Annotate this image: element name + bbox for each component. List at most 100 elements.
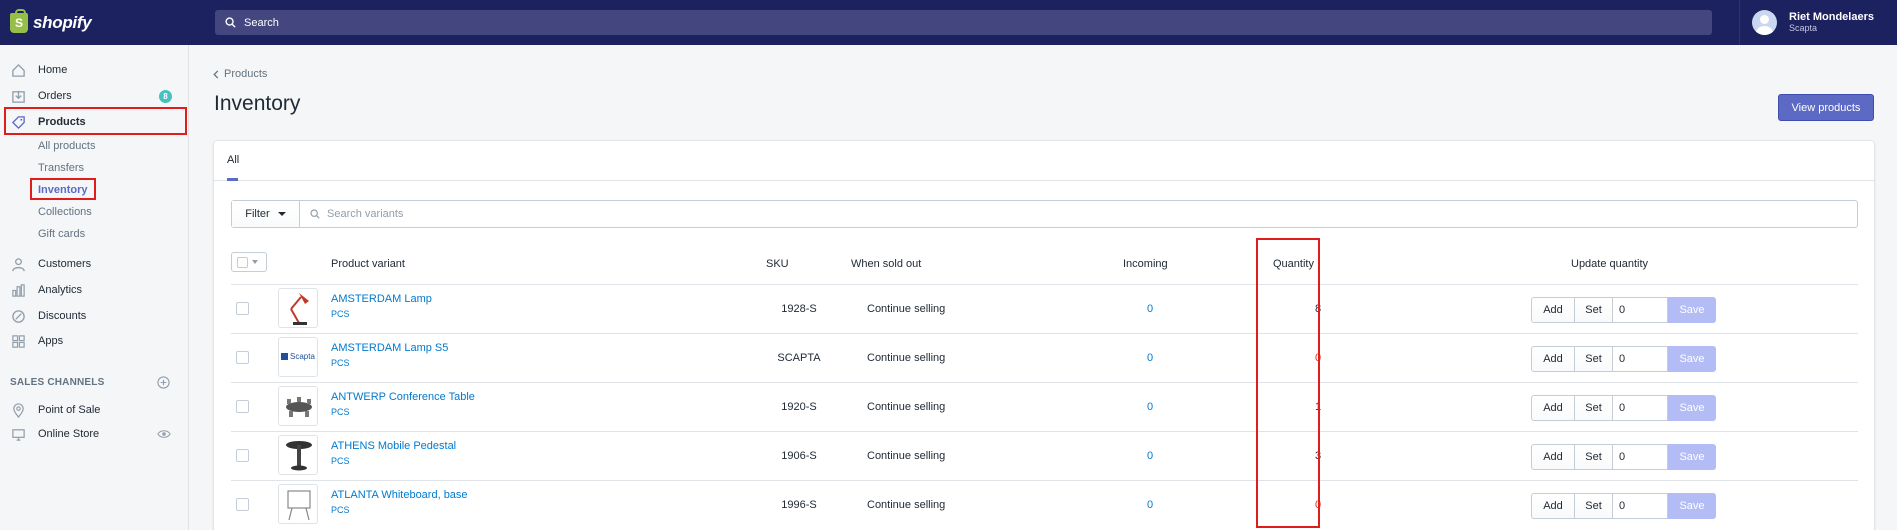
sku-value: 1920-S	[781, 401, 817, 413]
orders-count-badge: 8	[159, 90, 172, 103]
add-channel-icon[interactable]	[157, 376, 170, 389]
product-variant-link[interactable]: AMSTERDAM Lamp S5	[331, 342, 448, 354]
header-product-variant: Product variant	[331, 258, 405, 270]
set-button[interactable]: Set	[1575, 444, 1613, 470]
search-placeholder: Search	[244, 16, 279, 29]
incoming-link[interactable]: 0	[1145, 303, 1155, 315]
conference-table-image	[286, 397, 312, 417]
product-thumbnail[interactable]	[278, 288, 318, 328]
active-tab-indicator	[227, 178, 238, 181]
save-button[interactable]: Save	[1668, 346, 1716, 372]
save-button[interactable]: Save	[1668, 493, 1716, 519]
variant-unit[interactable]: PCS	[331, 505, 350, 515]
avatar	[1752, 10, 1777, 35]
view-store-eye-icon[interactable]	[157, 429, 171, 439]
store-name: Scapta	[1789, 23, 1818, 33]
sidebar-item-label: Orders	[38, 90, 72, 102]
row-checkbox[interactable]	[236, 351, 249, 364]
product-variant-link[interactable]: AMSTERDAM Lamp	[331, 293, 432, 305]
analytics-icon	[10, 282, 26, 298]
location-icon	[10, 402, 26, 418]
save-button[interactable]: Save	[1668, 395, 1716, 421]
row-checkbox[interactable]	[236, 400, 249, 413]
sidebar-item-label: Point of Sale	[38, 404, 101, 416]
variant-unit[interactable]: PCS	[331, 309, 350, 319]
customers-icon	[10, 256, 26, 272]
user-menu[interactable]: Riet Mondelaers Scapta	[1739, 0, 1897, 45]
product-thumbnail[interactable]: Scapta	[278, 337, 318, 377]
product-variant-link[interactable]: ATHENS Mobile Pedestal	[331, 440, 456, 452]
table-row: Scapta AMSTERDAM Lamp S5 PCS SCAPTA Cont…	[231, 333, 1858, 382]
add-button[interactable]: Add	[1531, 346, 1575, 372]
row-checkbox[interactable]	[236, 302, 249, 315]
variant-unit[interactable]: PCS	[331, 407, 350, 417]
product-thumbnail[interactable]	[278, 484, 318, 524]
tab-all[interactable]: All	[227, 154, 239, 166]
sidebar-item-home[interactable]: Home	[0, 59, 189, 81]
quantity-column-highlight-box	[1256, 238, 1320, 528]
home-icon	[10, 62, 26, 78]
sidebar-subitem-gift-cards[interactable]: Gift cards	[38, 226, 85, 242]
bulk-select-checkbox[interactable]	[231, 252, 267, 272]
sidebar-item-point-of-sale[interactable]: Point of Sale	[0, 399, 189, 421]
variant-unit[interactable]: PCS	[331, 358, 350, 368]
product-thumbnail[interactable]	[278, 386, 318, 426]
row-checkbox[interactable]	[236, 498, 249, 511]
update-quantity-control: Add Set 0 Save	[1531, 346, 1716, 372]
filter-button[interactable]: Filter	[232, 201, 300, 227]
incoming-link[interactable]: 0	[1145, 499, 1155, 511]
incoming-link[interactable]: 0	[1145, 401, 1155, 413]
variant-unit[interactable]: PCS	[331, 456, 350, 466]
inventory-card: All Filter Search variants Product varia…	[214, 141, 1874, 530]
incoming-link[interactable]: 0	[1145, 450, 1155, 462]
product-variant-link[interactable]: ATLANTA Whiteboard, base	[331, 489, 468, 501]
incoming-link[interactable]: 0	[1145, 352, 1155, 364]
checkbox-box	[237, 256, 248, 268]
user-name: Riet Mondelaers	[1789, 11, 1874, 23]
update-quantity-control: Add Set 0 Save	[1531, 444, 1716, 470]
view-products-button[interactable]: View products	[1778, 94, 1874, 121]
sku-value: 1928-S	[781, 303, 817, 315]
quantity-input[interactable]: 0	[1613, 395, 1668, 421]
save-button[interactable]: Save	[1668, 297, 1716, 323]
sales-channels-label: SALES CHANNELS	[10, 377, 105, 388]
add-button[interactable]: Add	[1531, 297, 1575, 323]
products-highlight-box	[4, 107, 187, 135]
sidebar-subitem-transfers[interactable]: Transfers	[38, 160, 84, 176]
sidebar-item-label: Analytics	[38, 284, 83, 296]
product-variant-link[interactable]: ANTWERP Conference Table	[331, 391, 475, 403]
search-variants-input[interactable]: Search variants	[300, 201, 1857, 227]
sidebar-subitem-all-products[interactable]: All products	[38, 138, 95, 154]
orders-icon	[10, 88, 26, 104]
sidebar-item-analytics[interactable]: Analytics	[0, 279, 189, 301]
update-quantity-control: Add Set 0 Save	[1531, 395, 1716, 421]
sidebar-subitem-collections[interactable]: Collections	[38, 204, 92, 220]
quantity-input[interactable]: 0	[1613, 346, 1668, 372]
save-button[interactable]: Save	[1668, 444, 1716, 470]
page-title: Inventory	[214, 92, 301, 115]
set-button[interactable]: Set	[1575, 493, 1613, 519]
set-button[interactable]: Set	[1575, 297, 1613, 323]
add-button[interactable]: Add	[1531, 395, 1575, 421]
sidebar-item-label: Home	[38, 64, 68, 76]
sidebar-item-discounts[interactable]: Discounts	[0, 305, 189, 327]
add-button[interactable]: Add	[1531, 493, 1575, 519]
product-thumbnail[interactable]	[278, 435, 318, 475]
set-button[interactable]: Set	[1575, 395, 1613, 421]
quantity-input[interactable]: 0	[1613, 444, 1668, 470]
logo-text: shopify	[33, 12, 92, 32]
add-button[interactable]: Add	[1531, 444, 1575, 470]
breadcrumb[interactable]: Products	[213, 68, 267, 80]
whiteboard-image	[287, 490, 311, 521]
inventory-highlight-box	[30, 178, 96, 200]
shopify-logo[interactable]: S shopify	[0, 0, 188, 45]
row-checkbox[interactable]	[236, 449, 249, 462]
sidebar-item-label: Online Store	[38, 428, 100, 440]
sidebar-item-customers[interactable]: Customers	[0, 253, 189, 275]
header-incoming: Incoming	[1123, 258, 1168, 270]
set-button[interactable]: Set	[1575, 346, 1613, 372]
global-search-input[interactable]: Search	[215, 10, 1712, 35]
quantity-input[interactable]: 0	[1613, 297, 1668, 323]
sidebar-item-apps[interactable]: Apps	[0, 330, 189, 352]
quantity-input[interactable]: 0	[1613, 493, 1668, 519]
